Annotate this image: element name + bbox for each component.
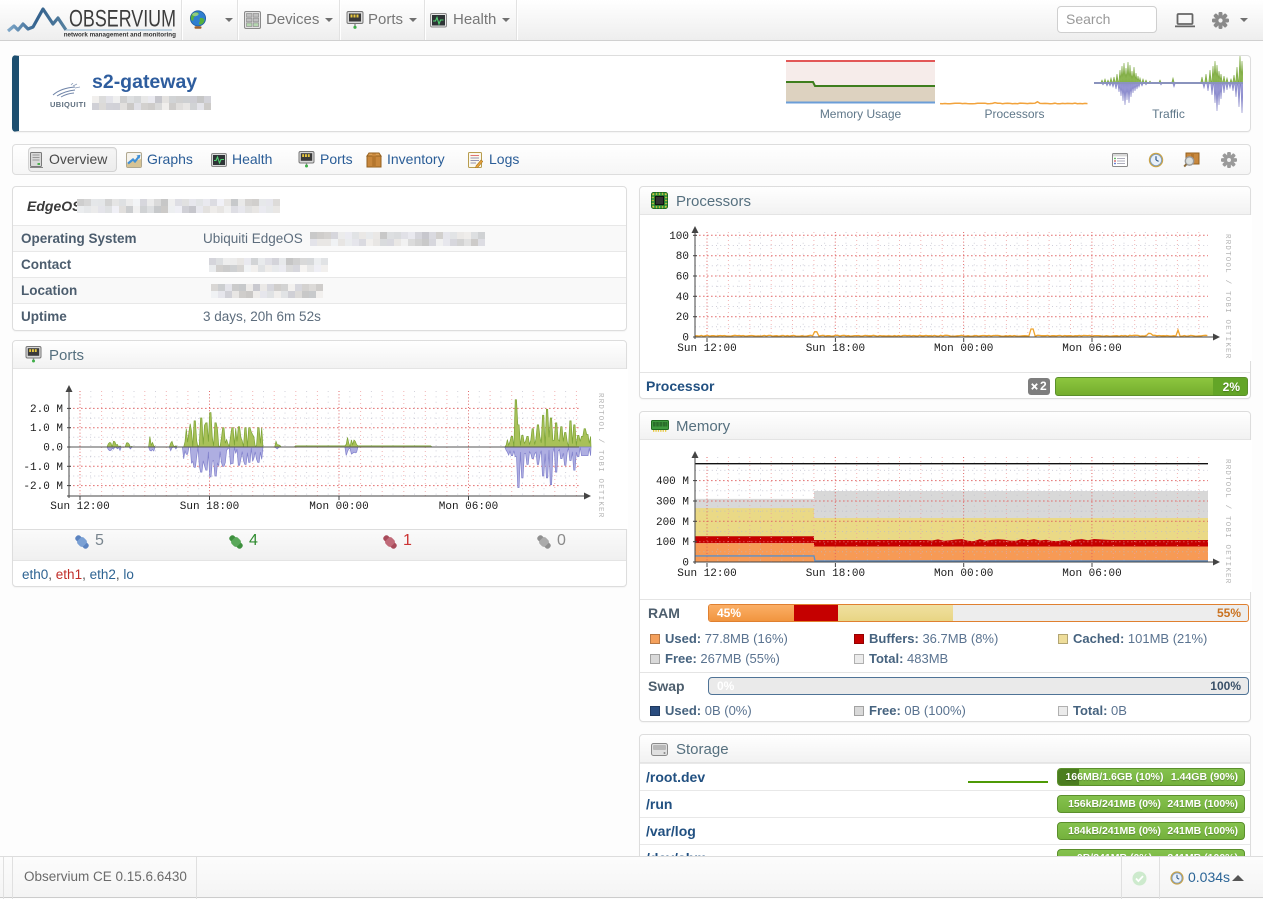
svg-text:Mon 00:00: Mon 00:00 bbox=[309, 501, 368, 513]
svg-text:2.0 M: 2.0 M bbox=[30, 404, 63, 416]
svg-text:UBIQUITI: UBIQUITI bbox=[50, 100, 86, 109]
svg-text:Mon 00:00: Mon 00:00 bbox=[934, 568, 993, 580]
svg-text:OBSERVIUM: OBSERVIUM bbox=[69, 6, 176, 33]
svg-text:40: 40 bbox=[676, 292, 689, 304]
svg-text:Mon 00:00: Mon 00:00 bbox=[934, 343, 993, 355]
svg-text:200 M: 200 M bbox=[656, 517, 689, 529]
svg-text:Sun 12:00: Sun 12:00 bbox=[50, 501, 109, 513]
svg-text:network management and monitor: network management and monitoring bbox=[64, 32, 176, 39]
svg-text:Sun 12:00: Sun 12:00 bbox=[677, 568, 736, 580]
svg-text:Mon 06:00: Mon 06:00 bbox=[439, 501, 498, 513]
svg-text:20: 20 bbox=[676, 312, 689, 324]
svg-text:RRDTOOL / TOBI OETIKER: RRDTOOL / TOBI OETIKER bbox=[1223, 459, 1231, 584]
svg-text:1.0 M: 1.0 M bbox=[30, 423, 63, 435]
svg-text:60: 60 bbox=[676, 272, 689, 284]
svg-text:0.0: 0.0 bbox=[43, 443, 63, 455]
svg-text:Sun 12:00: Sun 12:00 bbox=[677, 343, 736, 355]
svg-text:400 M: 400 M bbox=[656, 476, 689, 488]
svg-text:300 M: 300 M bbox=[656, 497, 689, 509]
svg-text:Sun 18:00: Sun 18:00 bbox=[806, 343, 865, 355]
svg-text:-1.0 M: -1.0 M bbox=[23, 462, 63, 474]
svg-text:Sun 18:00: Sun 18:00 bbox=[806, 568, 865, 580]
svg-text:100 M: 100 M bbox=[656, 537, 689, 549]
svg-text:-2.0 M: -2.0 M bbox=[23, 481, 63, 493]
svg-text:Sun 18:00: Sun 18:00 bbox=[180, 501, 239, 513]
svg-text:80: 80 bbox=[676, 251, 689, 263]
svg-text:Mon 06:00: Mon 06:00 bbox=[1062, 343, 1121, 355]
svg-text:100: 100 bbox=[669, 231, 689, 243]
svg-text:Mon 06:00: Mon 06:00 bbox=[1062, 568, 1121, 580]
svg-text:RRDTOOL / TOBI OETIKER: RRDTOOL / TOBI OETIKER bbox=[596, 393, 604, 518]
svg-text:RRDTOOL / TOBI OETIKER: RRDTOOL / TOBI OETIKER bbox=[1223, 234, 1231, 359]
